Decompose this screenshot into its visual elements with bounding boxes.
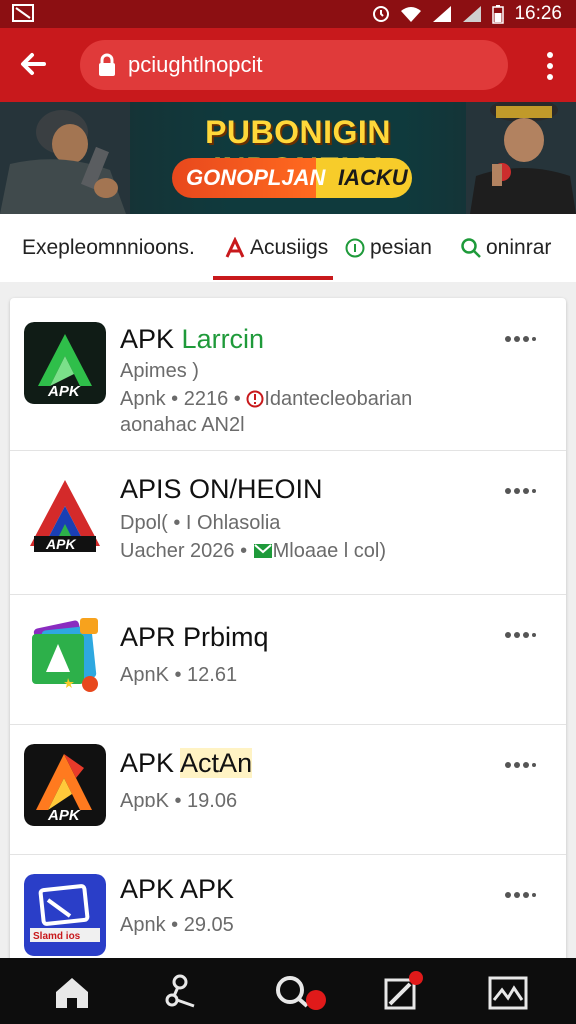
app-meta: Uacher 2026 • Mloaae l col): [120, 540, 387, 562]
tab-label: Exepleomnnioons.: [22, 236, 195, 259]
url-text: pciughtlnopcit: [128, 52, 263, 77]
tab-online[interactable]: oninrar: [460, 214, 551, 282]
app-title-accent: Larrcin: [181, 324, 265, 354]
category-tabs: Exepleomnnioons. Acusiigs pesian oninrar: [0, 214, 576, 283]
back-arrow-icon[interactable]: [14, 44, 54, 84]
banner-cta-right: IACKU: [338, 165, 408, 190]
soldier-left-image: [0, 102, 130, 214]
more-horizontal-icon[interactable]: [504, 760, 538, 770]
home-icon[interactable]: [50, 970, 94, 1014]
apis-app-icon: APK: [24, 474, 106, 556]
search-green-icon: [461, 238, 481, 258]
notification-icon: [12, 4, 34, 22]
more-horizontal-icon[interactable]: [504, 890, 538, 900]
special-icon: [345, 238, 365, 258]
list-item[interactable]: APK APK Larrcin Apimes ) Apnk • 2216 • I…: [10, 298, 566, 451]
apr-app-icon: [24, 614, 106, 696]
tab-explore[interactable]: Exepleomnnioons.: [22, 214, 195, 282]
promo-banner[interactable]: PUBONIGIN INDONEIAI GONOPLJAN IACKU: [0, 102, 576, 214]
svg-text:APK: APK: [45, 536, 76, 552]
status-bar: 16:26: [0, 0, 576, 28]
banner-cta-left: GONOPLJAN: [186, 165, 326, 190]
warning-icon: [246, 390, 264, 408]
status-icons: 16:26: [372, 3, 562, 25]
app-title-accent: ActAn: [180, 748, 253, 778]
tab-label: oninrar: [486, 236, 552, 259]
app-title: APK Larrcin: [120, 324, 265, 354]
gallery-icon[interactable]: [486, 970, 530, 1014]
wifi-icon: [401, 7, 422, 22]
more-horizontal-icon[interactable]: [504, 334, 538, 344]
clock: 16:26: [514, 3, 562, 24]
tab-special[interactable]: pesian: [344, 214, 432, 282]
app-title: APK ActAn: [120, 748, 253, 778]
list-item[interactable]: APK APK ActAn ApɒK • 19.06: [10, 724, 566, 855]
tab-label: Acusiigs: [250, 236, 329, 259]
apk-app-icon: APK: [24, 322, 106, 404]
edit-icon[interactable]: [380, 970, 424, 1014]
app-meta-2: aonahac AN2l: [120, 414, 245, 436]
app-title: APR Prbimq: [120, 622, 269, 652]
svg-text:APK: APK: [47, 807, 81, 824]
svg-text:APK: APK: [47, 383, 81, 400]
app-list: APK APK Larrcin Apimes ) Apnk • 2216 • I…: [10, 298, 566, 978]
apk-blue-app-icon: Slamd ios: [24, 874, 106, 956]
more-horizontal-icon[interactable]: [504, 486, 538, 496]
mail-icon: [253, 544, 272, 558]
browser-toolbar: pciughtlnopcit: [0, 28, 576, 102]
apps-a-icon: [225, 237, 245, 258]
battery-icon: [492, 5, 505, 24]
officer-right-image: [466, 102, 576, 214]
lock-icon: [99, 53, 115, 76]
app-meta: Apnk • 29.05: [120, 914, 234, 936]
active-tab-indicator: [213, 276, 333, 280]
signal-icon-2: [463, 6, 482, 22]
app-subtitle: Dpol( • I Ohlasolia: [120, 512, 281, 534]
icon-caption: Slamd ios: [33, 931, 81, 942]
tab-apps[interactable]: Acusiigs: [224, 214, 328, 282]
tab-label: pesian: [370, 236, 432, 259]
app-title: APIS ON/HEOIN: [120, 474, 323, 504]
more-options-icon[interactable]: [544, 50, 556, 82]
bottom-navigation: [0, 958, 576, 1024]
address-bar[interactable]: pciughtlnopcit: [80, 40, 508, 90]
app-title: APK APK: [120, 874, 235, 904]
list-item[interactable]: APR Prbimq ApnK • 12.61: [10, 594, 566, 725]
app-meta: Apnk • 2216 • Idantecleobarian: [120, 388, 413, 410]
app-subtitle: Apimes ): [120, 360, 199, 382]
apk-action-app-icon: APK: [24, 744, 106, 826]
search-icon[interactable]: [272, 970, 332, 1014]
signal-icon: [433, 6, 452, 22]
banner-cta[interactable]: GONOPLJAN IACKU: [172, 158, 412, 198]
list-item[interactable]: APK APIS ON/HEOIN Dpol( • I Ohlasolia Ua…: [10, 450, 566, 595]
alarm-icon: [373, 6, 390, 22]
app-meta: ApɒK • 19.06: [120, 790, 238, 812]
more-horizontal-icon[interactable]: [504, 630, 538, 640]
app-meta: ApnK • 12.61: [120, 664, 238, 686]
share-icon[interactable]: [160, 970, 204, 1014]
